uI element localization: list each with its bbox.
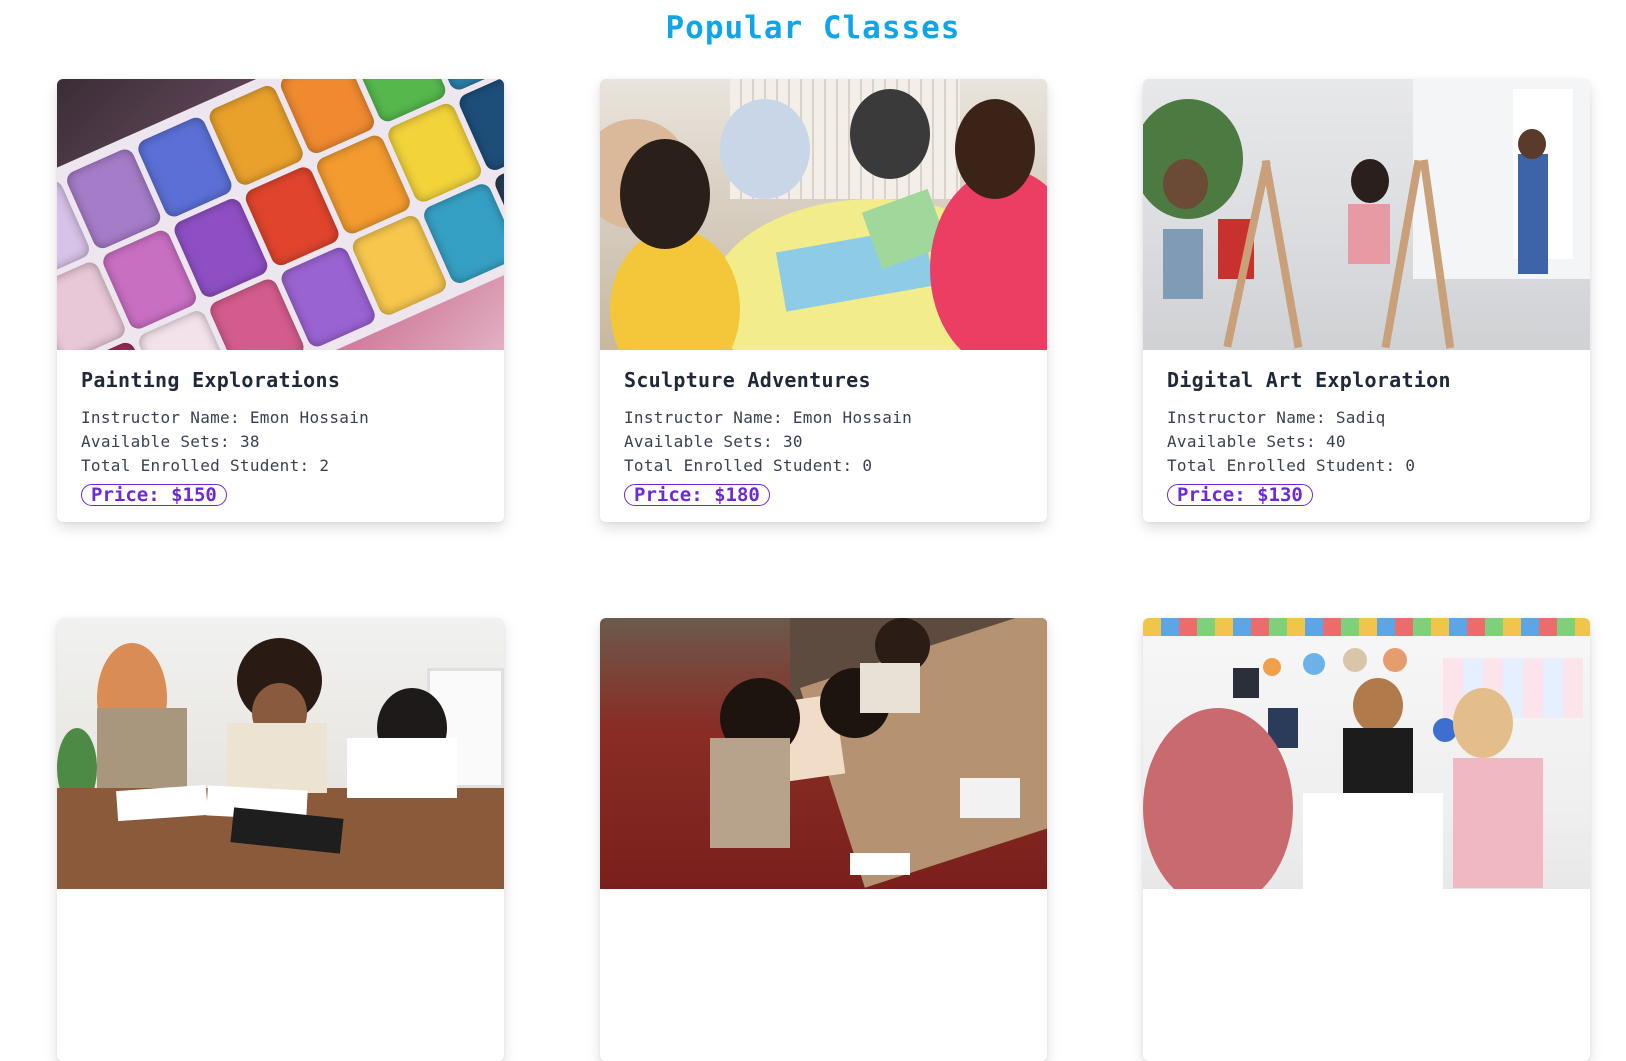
- instructor-line: Instructor Name: Emon Hossain: [624, 408, 913, 427]
- sets-line: Available Sets: 30: [624, 432, 803, 451]
- instructor-line: Instructor Name: Emon Hossain: [81, 408, 370, 427]
- class-card[interactable]: [1143, 618, 1590, 1061]
- price-badge: Price: $150: [81, 484, 227, 506]
- enrolled-line: Total Enrolled Student: 2: [81, 456, 330, 475]
- class-image-sculpture: [600, 79, 1047, 350]
- class-card[interactable]: Painting Explorations Instructor Name: E…: [57, 79, 504, 522]
- class-image-digital-art: [1143, 79, 1590, 350]
- instructor-line: Instructor Name: Sadiq: [1167, 408, 1386, 427]
- enrolled-line: Total Enrolled Student: 0: [624, 456, 873, 475]
- class-card[interactable]: Digital Art Exploration Instructor Name:…: [1143, 79, 1590, 522]
- class-card[interactable]: [57, 618, 504, 1061]
- class-title: Digital Art Exploration: [1167, 368, 1451, 392]
- class-image-kids-watercolor: [57, 618, 504, 889]
- price-badge: Price: $180: [624, 484, 770, 506]
- class-image-drawing-workshop: [600, 618, 1047, 889]
- class-image-painting: [57, 79, 504, 350]
- class-title: Painting Explorations: [81, 368, 341, 392]
- sets-line: Available Sets: 38: [81, 432, 260, 451]
- class-image-classroom-clay: [1143, 618, 1590, 889]
- enrolled-line: Total Enrolled Student: 0: [1167, 456, 1416, 475]
- price-badge: Price: $130: [1167, 484, 1313, 506]
- class-card[interactable]: [600, 618, 1047, 1061]
- class-grid: Painting Explorations Instructor Name: E…: [57, 79, 1590, 1061]
- class-title: Sculpture Adventures: [624, 368, 871, 392]
- page-title: Popular Classes: [665, 10, 961, 46]
- class-card[interactable]: Sculpture Adventures Instructor Name: Em…: [600, 79, 1047, 522]
- sets-line: Available Sets: 40: [1167, 432, 1346, 451]
